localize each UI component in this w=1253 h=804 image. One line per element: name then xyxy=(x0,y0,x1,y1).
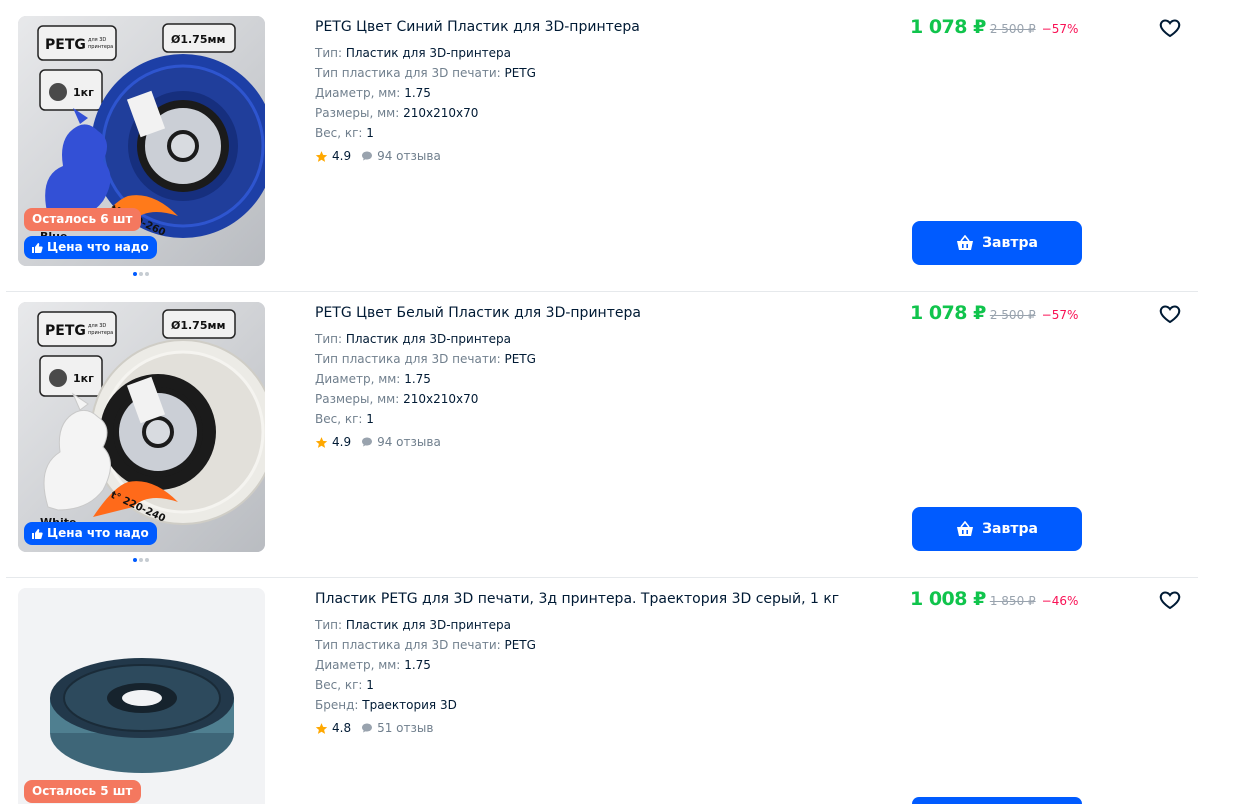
image-pagination[interactable] xyxy=(133,272,149,276)
comment-icon xyxy=(362,723,373,733)
current-price: 1 078 ₽ xyxy=(910,16,986,38)
old-price: 1 850 ₽ xyxy=(989,594,1036,608)
spec-type: Тип: Пластик для 3D-принтера xyxy=(315,46,512,60)
product-title[interactable]: PETG Цвет Синий Пластик для 3D-принтера xyxy=(315,19,640,35)
spec-type: Тип: Пластик для 3D-принтера xyxy=(315,332,512,346)
old-price: 2 500 ₽ xyxy=(989,22,1036,36)
rating-row[interactable]: 4.8 51 отзыв xyxy=(315,721,433,735)
spec-weight: Вес, кг: 1 xyxy=(315,678,374,692)
product-image[interactable] xyxy=(18,588,265,804)
basket-icon xyxy=(957,521,974,536)
product-image[interactable]: PETG для 3D принтера Ø1.75мм 1кг t° 220-… xyxy=(18,302,265,552)
spec-diameter: Диаметр, мм: 1.75 xyxy=(315,658,431,672)
stock-badge: Осталось 5 шт xyxy=(24,780,141,803)
product-title[interactable]: PETG Цвет Белый Пластик для 3D-принтера xyxy=(315,305,641,321)
spec-type: Тип: Пластик для 3D-принтера xyxy=(315,618,512,632)
add-to-cart-button[interactable] xyxy=(912,797,1082,804)
favorite-heart-icon[interactable] xyxy=(1158,588,1182,612)
rating-value: 4.9 xyxy=(332,149,352,163)
favorite-heart-icon[interactable] xyxy=(1158,16,1182,40)
delivery-label: Завтра xyxy=(982,521,1038,537)
stock-badge: Осталось 6 шт xyxy=(24,208,141,231)
add-to-cart-button[interactable]: Завтра xyxy=(912,507,1082,551)
thumbs-up-icon xyxy=(32,242,43,253)
discount: −57% xyxy=(1041,22,1079,36)
star-icon xyxy=(315,436,328,448)
product-card: PETG для 3D принтера Ø1.75мм 1кг t° 220-… xyxy=(6,292,1198,578)
spec-plastic: Тип пластика для 3D печати: PETG xyxy=(315,66,536,80)
svg-text:для 3D: для 3D xyxy=(88,323,106,329)
add-to-cart-button[interactable]: Завтра xyxy=(912,221,1082,265)
spec-plastic: Тип пластика для 3D печати: PETG xyxy=(315,638,536,652)
spec-weight: Вес, кг: 1 xyxy=(315,126,374,140)
spec-plastic: Тип пластика для 3D печати: PETG xyxy=(315,352,536,366)
svg-text:1кг: 1кг xyxy=(73,86,94,99)
comment-icon xyxy=(362,151,373,161)
spec-diameter: Диаметр, мм: 1.75 xyxy=(315,86,431,100)
favorite-heart-icon[interactable] xyxy=(1158,302,1182,326)
basket-icon xyxy=(957,235,974,250)
good-price-label: Цена что надо xyxy=(47,240,149,254)
product-card: Осталось 5 шт Пластик PETG для 3D печати… xyxy=(6,578,1198,804)
image-pagination[interactable] xyxy=(133,558,149,562)
rating-row[interactable]: 4.9 94 отзыва xyxy=(315,149,441,163)
good-price-badge: Цена что надо xyxy=(24,236,157,259)
delivery-label: Завтра xyxy=(982,235,1038,251)
current-price: 1 078 ₽ xyxy=(910,302,986,324)
discount: −57% xyxy=(1041,308,1079,322)
spec-brand: Бренд: Траектория 3D xyxy=(315,698,457,712)
spec-size: Размеры, мм: 210x210x70 xyxy=(315,106,479,120)
old-price: 2 500 ₽ xyxy=(989,308,1036,322)
thumbs-up-icon xyxy=(32,528,43,539)
svg-text:для 3D: для 3D xyxy=(88,37,106,43)
good-price-label: Цена что надо xyxy=(47,526,149,540)
spec-diameter: Диаметр, мм: 1.75 xyxy=(315,372,431,386)
spec-weight: Вес, кг: 1 xyxy=(315,412,374,426)
svg-text:Ø1.75мм: Ø1.75мм xyxy=(171,319,225,332)
svg-text:PETG: PETG xyxy=(45,323,86,339)
spec-size: Размеры, мм: 210x210x70 xyxy=(315,392,479,406)
star-icon xyxy=(315,150,328,162)
svg-text:принтера: принтера xyxy=(88,44,113,50)
current-price: 1 008 ₽ xyxy=(910,588,986,610)
svg-text:1кг: 1кг xyxy=(73,372,94,385)
discount: −46% xyxy=(1041,594,1079,608)
svg-text:Ø1.75мм: Ø1.75мм xyxy=(171,33,225,46)
price-block: 1 008 ₽ 1 850 ₽ −46% xyxy=(910,588,1078,610)
good-price-badge: Цена что надо xyxy=(24,522,157,545)
reviews-count: 51 отзыв xyxy=(377,721,434,735)
reviews-count: 94 отзыва xyxy=(377,149,441,163)
rating-value: 4.8 xyxy=(332,721,352,735)
comment-icon xyxy=(362,437,373,447)
svg-text:принтера: принтера xyxy=(88,330,113,336)
product-card: PETG для 3D принтера Ø1.75мм 1кг t° 220-… xyxy=(6,6,1198,292)
reviews-count: 94 отзыва xyxy=(377,435,441,449)
rating-row[interactable]: 4.9 94 отзыва xyxy=(315,435,441,449)
star-icon xyxy=(315,722,328,734)
image-label: PETG xyxy=(45,37,86,53)
rating-value: 4.9 xyxy=(332,435,352,449)
product-title[interactable]: Пластик PETG для 3D печати, 3д принтера.… xyxy=(315,591,839,607)
price-block: 1 078 ₽ 2 500 ₽ −57% xyxy=(910,302,1078,324)
price-block: 1 078 ₽ 2 500 ₽ −57% xyxy=(910,16,1078,38)
